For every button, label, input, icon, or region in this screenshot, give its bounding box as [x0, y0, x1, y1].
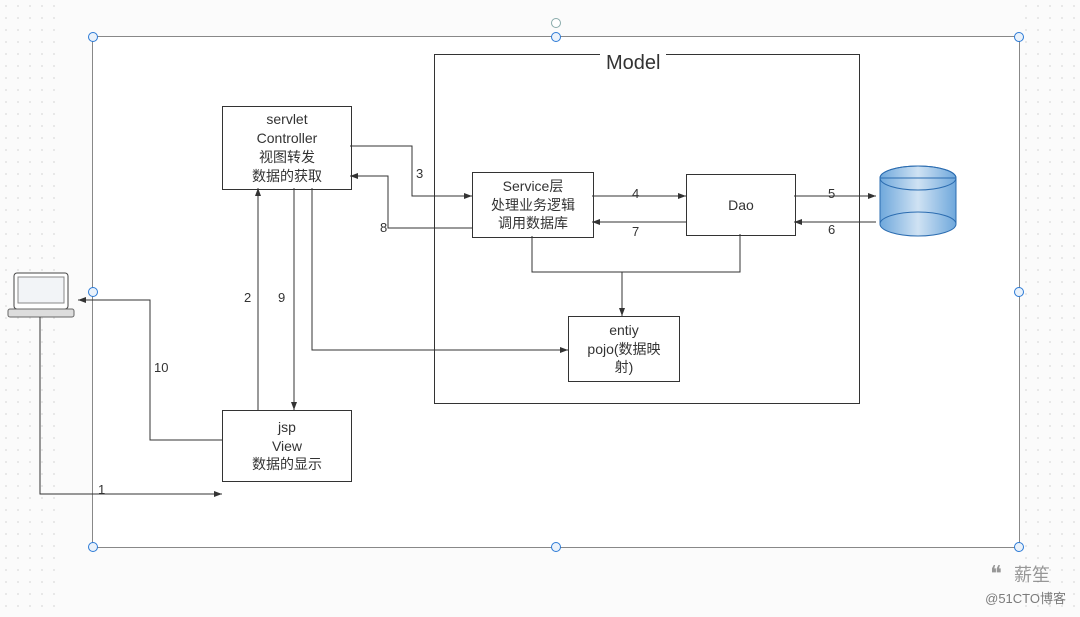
edge-label-3: 3 [416, 166, 423, 181]
edge-label-8: 8 [380, 220, 387, 235]
controller-l4: 数据的获取 [252, 167, 322, 186]
edge-label-4: 4 [632, 186, 639, 201]
resize-handle[interactable] [1014, 287, 1024, 297]
service-box[interactable]: Service层 处理业务逻辑 调用数据库 [472, 172, 594, 238]
entity-l3: 射) [615, 358, 634, 377]
rotate-handle[interactable] [551, 18, 561, 28]
view-l1: jsp [278, 418, 296, 437]
resize-handle[interactable] [551, 542, 561, 552]
edge-label-1: 1 [98, 482, 105, 497]
edge-label-2: 2 [244, 290, 251, 305]
model-title: Model [600, 52, 666, 75]
edge-label-9: 9 [278, 290, 285, 305]
resize-handle[interactable] [1014, 32, 1024, 42]
resize-handle[interactable] [1014, 542, 1024, 552]
resize-handle[interactable] [88, 32, 98, 42]
controller-box[interactable]: servlet Controller 视图转发 数据的获取 [222, 106, 352, 190]
controller-l2: Controller [257, 129, 318, 148]
edge-label-10: 10 [154, 360, 168, 375]
watermark-site: @51CTO博客 [985, 588, 1066, 607]
watermark-logo-icon: ❝ [990, 561, 1002, 587]
view-l3: 数据的显示 [252, 455, 322, 474]
view-l2: View [272, 437, 302, 456]
diagram-canvas: Model servlet Controller 视图转发 数据的获取 Serv… [0, 0, 1080, 617]
dao-l1: Dao [728, 196, 754, 215]
edge-label-6: 6 [828, 222, 835, 237]
view-box[interactable]: jsp View 数据的显示 [222, 410, 352, 482]
service-l2: 处理业务逻辑 [491, 196, 575, 215]
resize-handle[interactable] [551, 32, 561, 42]
service-l3: 调用数据库 [498, 214, 568, 233]
entity-l2: pojo(数据映 [587, 340, 660, 359]
dao-box[interactable]: Dao [686, 174, 796, 236]
edge-label-5: 5 [828, 186, 835, 201]
ruler-right [1020, 0, 1080, 617]
entity-box[interactable]: entiy pojo(数据映 射) [568, 316, 680, 382]
resize-handle[interactable] [88, 542, 98, 552]
entity-l1: entiy [609, 321, 639, 340]
controller-l1: servlet [266, 110, 307, 129]
controller-l3: 视图转发 [259, 148, 315, 167]
service-l1: Service层 [503, 177, 564, 196]
watermark-name: 薪笙 [1014, 561, 1050, 587]
resize-handle[interactable] [88, 287, 98, 297]
ruler-left [0, 0, 56, 617]
edge-label-7: 7 [632, 224, 639, 239]
